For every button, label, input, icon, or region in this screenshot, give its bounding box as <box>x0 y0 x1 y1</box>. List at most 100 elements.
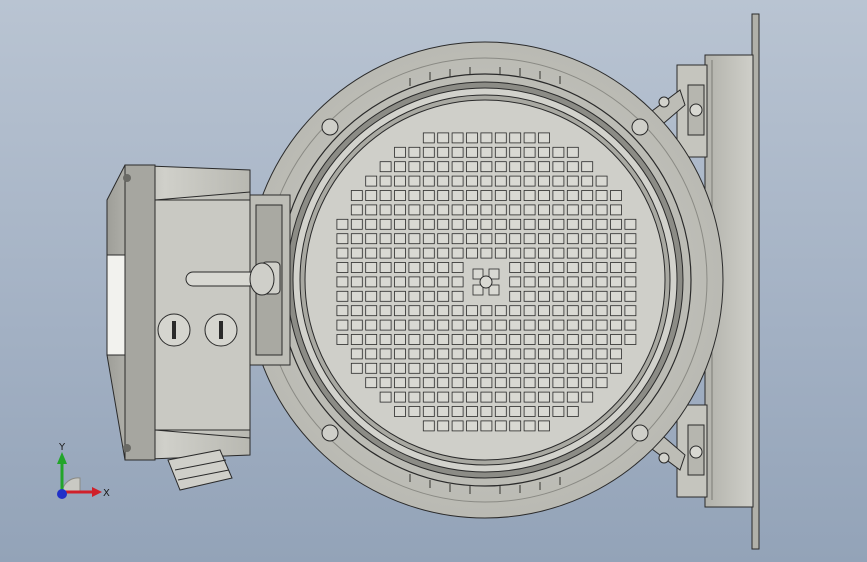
vent-hole <box>509 334 522 345</box>
vent-hole <box>394 391 406 403</box>
vent-hole <box>552 247 565 259</box>
vent-hole <box>538 233 550 245</box>
vent-hole <box>480 247 493 259</box>
vent-hole <box>509 276 522 288</box>
vent-hole <box>480 391 493 403</box>
vent-hole <box>336 247 349 259</box>
vent-hole <box>595 204 608 216</box>
vent-hole <box>379 319 392 331</box>
vent-hole <box>538 161 550 173</box>
vent-hole <box>379 247 392 259</box>
vent-hole <box>610 305 622 317</box>
vent-hole <box>610 348 622 360</box>
vent-hole <box>379 362 392 374</box>
motor-model[interactable] <box>0 0 867 562</box>
vent-hole <box>379 218 392 230</box>
vent-hole <box>566 348 579 360</box>
vent-hole <box>437 305 450 317</box>
vent-hole <box>466 391 478 403</box>
vent-hole <box>509 161 522 173</box>
vent-hole <box>422 233 435 245</box>
vent-hole <box>422 262 435 273</box>
vent-hole <box>494 391 507 403</box>
vent-hole <box>581 362 594 374</box>
vent-hole <box>422 334 435 345</box>
vent-hole <box>466 319 478 331</box>
vent-hole <box>552 362 565 374</box>
cable-gland-right[interactable] <box>204 313 238 347</box>
vent-hole <box>494 319 507 331</box>
vent-hole <box>610 204 622 216</box>
vent-hole <box>566 204 579 216</box>
vent-hole <box>624 290 637 302</box>
vent-hole <box>480 132 493 144</box>
vent-hole <box>451 132 464 144</box>
vent-hole <box>466 247 478 259</box>
vent-hole <box>509 204 522 216</box>
vent-hole <box>610 362 622 374</box>
vent-hole <box>581 175 594 187</box>
vent-hole <box>552 377 565 389</box>
vent-hole <box>523 334 536 345</box>
cad-viewport[interactable]: Y X <box>0 0 867 562</box>
vent-hole <box>509 391 522 403</box>
vent-hole <box>379 233 392 245</box>
vent-hole <box>466 348 478 360</box>
vent-hole <box>365 233 378 245</box>
vent-hole <box>451 290 464 302</box>
vent-hole <box>523 175 536 187</box>
vent-hole <box>422 204 435 216</box>
vent-hole <box>408 319 421 331</box>
vent-hole <box>422 175 435 187</box>
vent-hole <box>480 362 493 374</box>
vent-hole <box>523 262 536 273</box>
vent-hole <box>466 377 478 389</box>
cable-gland-left[interactable] <box>157 313 191 347</box>
terminal-box[interactable] <box>106 164 251 461</box>
vent-hole <box>523 377 536 389</box>
vent-hole <box>451 319 464 331</box>
vent-hole <box>451 247 464 259</box>
vent-hole <box>509 190 522 201</box>
vent-hole <box>437 233 450 245</box>
vent-hole <box>408 276 421 288</box>
vent-hole <box>538 190 550 201</box>
vent-hole <box>451 305 464 317</box>
vent-hole <box>451 348 464 360</box>
vent-hole <box>480 175 493 187</box>
vent-hole <box>422 362 435 374</box>
vent-hole <box>480 406 493 417</box>
vent-hole <box>480 161 493 173</box>
vent-hole <box>394 362 406 374</box>
vent-hole <box>480 334 493 345</box>
vent-hole <box>566 290 579 302</box>
vent-hole <box>523 233 536 245</box>
vent-hole <box>595 218 608 230</box>
vent-hole <box>422 161 435 173</box>
vent-hole <box>624 305 637 317</box>
vent-hole <box>408 391 421 403</box>
vent-hole <box>538 146 550 158</box>
vent-hole <box>365 247 378 259</box>
vent-hole <box>350 276 363 288</box>
vent-hole <box>581 334 594 345</box>
vent-hole <box>566 377 579 389</box>
vent-hole <box>466 161 478 173</box>
vent-hole <box>509 362 522 374</box>
vent-hole <box>509 247 522 259</box>
vent-hole <box>494 146 507 158</box>
vent-hole <box>581 161 594 173</box>
vent-hole <box>394 305 406 317</box>
vent-hole <box>509 290 522 302</box>
vent-hole <box>408 334 421 345</box>
vent-hole <box>566 146 579 158</box>
vent-hole <box>466 218 478 230</box>
vent-hole <box>466 362 478 374</box>
vent-hole <box>394 406 406 417</box>
vent-hole <box>437 190 450 201</box>
vent-hole <box>538 262 550 273</box>
vent-hole <box>523 420 536 432</box>
vent-hole <box>437 420 450 432</box>
vent-hole <box>451 391 464 403</box>
vent-hole <box>350 190 363 201</box>
